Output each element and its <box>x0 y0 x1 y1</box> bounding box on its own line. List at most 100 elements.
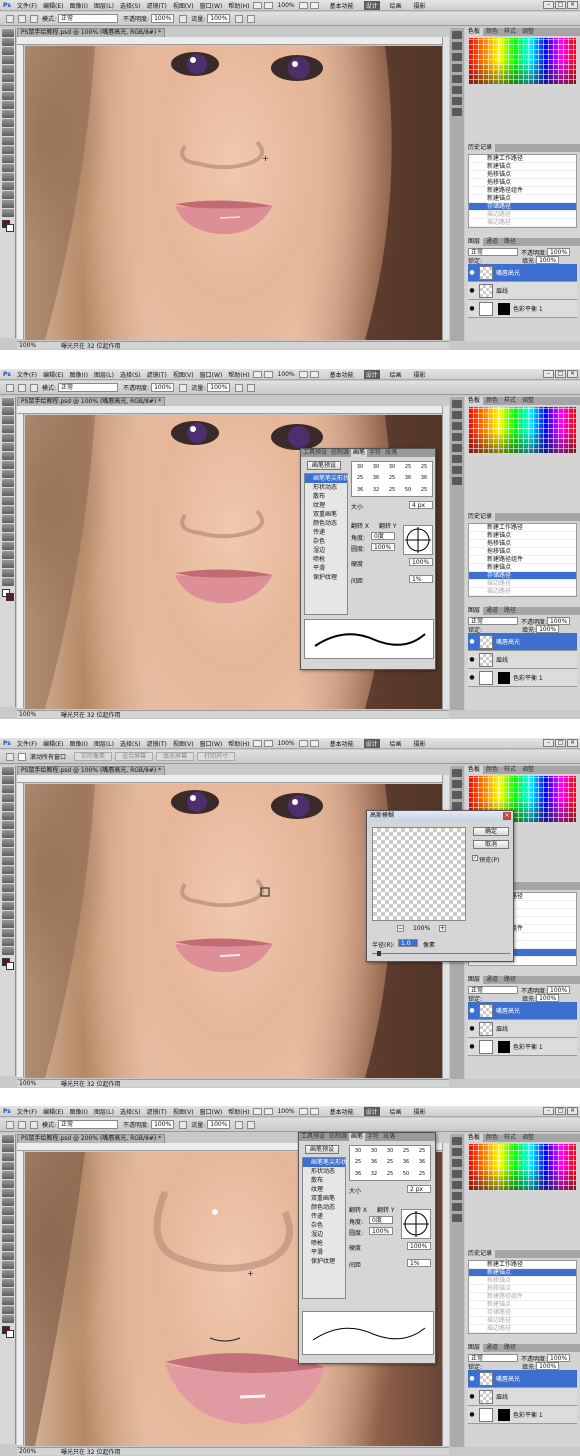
brush-angle-compass[interactable] <box>401 1209 431 1239</box>
eye-icon[interactable]: ● <box>468 1375 476 1382</box>
path-select-tool-icon[interactable] <box>2 173 14 181</box>
airbrush-icon[interactable] <box>235 1120 244 1129</box>
panel-icon-1[interactable] <box>452 400 462 408</box>
pressure-size-icon[interactable] <box>247 1120 256 1129</box>
arrange-icon[interactable] <box>298 1107 308 1115</box>
panel-icon-8[interactable] <box>452 1214 462 1222</box>
zoom-level-menu[interactable]: 100% <box>274 2 297 9</box>
tab-paths[interactable]: 路径 <box>501 607 519 615</box>
panel-icon-3[interactable] <box>452 422 462 430</box>
eyedropper-tool-icon[interactable] <box>2 74 14 82</box>
flip-x-checkbox[interactable]: 翻转 X <box>349 1205 367 1214</box>
healing-tool-icon[interactable] <box>2 452 14 460</box>
history-item[interactable]: 新建锚点 <box>469 1301 576 1309</box>
history-item[interactable]: 描边路径 <box>469 580 576 588</box>
brush-option[interactable]: 平滑 <box>305 564 347 573</box>
radius-field[interactable]: 1.0 <box>398 939 418 947</box>
brush-option[interactable]: 双重画笔 <box>305 510 347 519</box>
spacing-checkbox[interactable]: 间距 <box>351 576 363 585</box>
brush-picker-icon[interactable] <box>18 1120 26 1129</box>
brush-tip[interactable]: 30 <box>350 1146 366 1157</box>
blur-tool-icon[interactable] <box>2 506 14 514</box>
document-tab[interactable]: PS鼠手绘教程.psd @ 100% (嘴唇高光, RGB/8#) * <box>17 28 166 37</box>
brush-tip[interactable]: 36 <box>398 1157 414 1168</box>
brush-option[interactable]: 湿边 <box>303 1230 345 1239</box>
panel-icon-1[interactable] <box>452 1137 462 1145</box>
brush-tip[interactable]: 32 <box>368 485 384 496</box>
tab-color[interactable]: 颜色 <box>483 1134 501 1142</box>
layer-opacity-field[interactable]: 100% <box>547 248 571 256</box>
tab-color[interactable]: 颜色 <box>483 766 501 774</box>
tab-character[interactable]: 字符 <box>367 449 383 457</box>
marquee-tool-icon[interactable] <box>2 1144 14 1152</box>
workspace-painting[interactable]: 绘画 <box>388 1 404 10</box>
history-item[interactable]: 存储路径 <box>469 203 576 211</box>
eraser-tool-icon[interactable] <box>2 488 14 496</box>
brush-tool-icon[interactable] <box>2 830 14 838</box>
panel-icon-4[interactable] <box>452 1170 462 1178</box>
move-tool-icon[interactable] <box>2 1135 14 1143</box>
screen-mode-icon[interactable] <box>309 1 319 9</box>
zoom-tool-icon[interactable] <box>2 947 14 955</box>
tab-layers[interactable]: 图层 <box>465 976 484 984</box>
tab-styles[interactable]: 样式 <box>501 1134 519 1142</box>
panel-icon-8[interactable] <box>452 477 462 485</box>
quick-select-tool-icon[interactable] <box>2 1162 14 1170</box>
lasso-tool-icon[interactable] <box>2 416 14 424</box>
history-item[interactable]: 存储路径 <box>469 572 576 580</box>
hand-tool-icon[interactable] <box>2 938 14 946</box>
close-icon[interactable]: × <box>567 739 578 747</box>
screen-mode-icon[interactable] <box>309 370 319 378</box>
layer-row[interactable]: ● 嘴唇高光 <box>468 633 577 651</box>
restore-icon[interactable]: □ <box>555 739 566 747</box>
3d-tool-icon[interactable] <box>2 191 14 199</box>
brush-option[interactable]: 喷枪 <box>305 555 347 564</box>
blur-preview[interactable] <box>372 827 466 921</box>
menu-file[interactable]: 文件(F) <box>14 739 40 748</box>
panel-icon-5[interactable] <box>452 75 462 83</box>
panel-icon-2[interactable] <box>452 1148 462 1156</box>
bridge-icon[interactable] <box>253 370 263 378</box>
document-tab[interactable]: PS鼠手绘教程.psd @ 100% (嘴唇高光, RGB/8#) * <box>17 766 166 775</box>
panel-icon-2[interactable] <box>452 42 462 50</box>
flip-y-checkbox[interactable]: 翻转 Y <box>379 521 397 530</box>
bridge-icon[interactable] <box>253 1 263 9</box>
status-info[interactable]: 曝光只在 32 位起作用 <box>37 1079 120 1088</box>
type-tool-icon[interactable] <box>2 1270 14 1278</box>
layer-row[interactable]: ● 嘴唇高光 <box>468 1370 577 1388</box>
layer-row[interactable]: ● 眉线 <box>468 651 577 669</box>
brush-tip[interactable]: 30 <box>368 462 384 473</box>
hand-tool-icon[interactable] <box>2 1306 14 1314</box>
eye-icon[interactable]: ● <box>468 269 476 276</box>
history-item[interactable]: 描边路径 <box>469 1317 576 1325</box>
workspace-basic[interactable]: 基本功能 <box>328 1107 356 1116</box>
brush-picker-icon[interactable] <box>18 383 26 392</box>
brush-tool-icon[interactable] <box>2 92 14 100</box>
shape-tool-icon[interactable] <box>2 551 14 559</box>
stamp-tool-icon[interactable] <box>2 101 14 109</box>
dodge-tool-icon[interactable] <box>2 1252 14 1260</box>
workspace-design[interactable]: 设计 <box>363 369 380 379</box>
history-item[interactable]: 新建工作路径 <box>469 1261 576 1269</box>
minimize-icon[interactable]: – <box>543 1107 554 1115</box>
brush-tip[interactable]: 25 <box>398 1146 414 1157</box>
airbrush-icon[interactable] <box>235 14 244 23</box>
zoom-level-menu[interactable]: 100% <box>274 371 297 378</box>
menu-file[interactable]: 文件(F) <box>14 1107 40 1116</box>
quick-select-tool-icon[interactable] <box>2 794 14 802</box>
workspace-photography[interactable]: 摄影 <box>412 1107 428 1116</box>
hand-tool-icon[interactable] <box>2 200 14 208</box>
eyedropper-tool-icon[interactable] <box>2 1180 14 1188</box>
eye-icon[interactable]: ● <box>468 674 476 681</box>
path-select-tool-icon[interactable] <box>2 542 14 550</box>
menu-image[interactable]: 图像(I) <box>67 739 91 748</box>
tab-styles[interactable]: 样式 <box>501 28 519 36</box>
layer-opacity-field[interactable]: 100% <box>547 986 571 994</box>
dodge-tool-icon[interactable] <box>2 146 14 154</box>
panel-icon-3[interactable] <box>452 1159 462 1167</box>
layer-opacity-field[interactable]: 100% <box>547 1354 571 1362</box>
history-item[interactable]: 描边路径 <box>469 211 576 219</box>
menu-help[interactable]: 帮助(H) <box>225 1107 252 1116</box>
move-tool-icon[interactable] <box>2 398 14 406</box>
panel-icon-1[interactable] <box>452 769 462 777</box>
